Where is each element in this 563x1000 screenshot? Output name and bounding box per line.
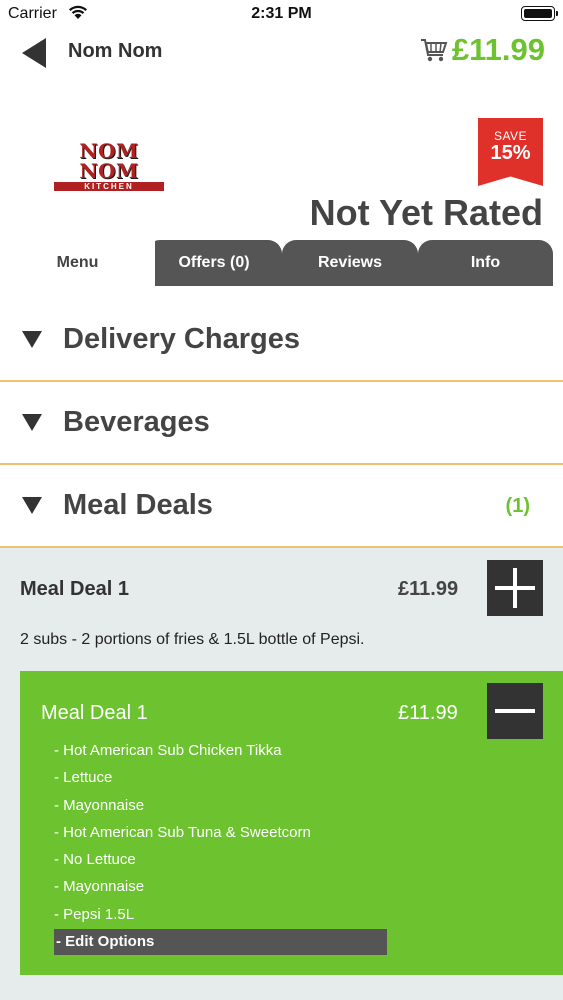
order-option: - Mayonnaise — [54, 878, 145, 896]
add-item-button[interactable] — [487, 560, 543, 616]
section-title: Meal Deals — [63, 489, 213, 521]
nav-title: Nom Nom — [68, 40, 163, 62]
order-option: - Lettuce — [54, 769, 113, 787]
order-options-list: - Hot American Sub Chicken Tikka - Lettu… — [54, 740, 311, 931]
tab-menu[interactable]: Menu — [0, 240, 155, 286]
tab-reviews[interactable]: Reviews — [282, 240, 418, 286]
meal-name: Meal Deal 1 — [20, 578, 129, 600]
save-percent: 15% — [490, 142, 531, 164]
minus-icon — [495, 709, 535, 713]
battery-icon — [521, 6, 558, 21]
meal-description: 2 subs - 2 portions of fries & 1.5L bott… — [20, 631, 365, 648]
section-delivery-charges[interactable]: Delivery Charges — [0, 300, 563, 382]
expand-triangle-icon — [22, 331, 42, 348]
section-count: (1) — [505, 495, 530, 517]
rating-text: Not Yet Rated — [309, 192, 543, 233]
order-option: - Hot American Sub Tuna & Sweetcorn — [54, 823, 311, 841]
cart-button[interactable]: £11.99 — [420, 32, 545, 68]
order-option: - Hot American Sub Chicken Tikka — [54, 742, 282, 759]
status-time: 2:31 PM — [251, 5, 312, 22]
logo-subtext: KITCHEN — [54, 182, 164, 191]
save-badge: SAVE 15% — [478, 118, 543, 186]
tab-bar: Offers (0) Reviews Info Menu — [0, 240, 563, 286]
edit-options-button[interactable]: - Edit Options — [54, 929, 387, 955]
tab-info[interactable]: Info — [418, 240, 553, 286]
meal-price: £11.99 — [398, 578, 459, 600]
logo-text: NOM NOM — [79, 139, 139, 183]
cart-icon — [420, 39, 448, 62]
order-option: - No Lettuce — [54, 851, 136, 869]
tab-offers[interactable]: Offers (0) — [146, 240, 282, 286]
restaurant-logo: NOM NOM KITCHEN — [46, 141, 172, 191]
section-title: Delivery Charges — [63, 323, 300, 355]
section-title: Beverages — [63, 406, 210, 438]
save-label: SAVE — [493, 129, 528, 143]
order-option: - Mayonnaise — [54, 796, 145, 814]
cart-total: £11.99 — [451, 32, 545, 67]
section-meal-deals[interactable]: Meal Deals (1) — [0, 466, 563, 548]
meal-item: Meal Deal 1 £11.99 2 subs - 2 portions o… — [0, 548, 563, 1000]
order-option: - Pepsi 1.5L — [54, 905, 135, 923]
back-arrow-icon[interactable] — [22, 38, 46, 68]
section-beverages[interactable]: Beverages — [0, 383, 563, 465]
remove-item-button[interactable] — [487, 683, 543, 739]
expand-triangle-icon — [22, 497, 42, 514]
expand-triangle-icon — [22, 414, 42, 431]
order-item: Meal Deal 1 £11.99 - Hot American Sub Ch… — [20, 671, 563, 975]
status-bar: Carrier 2:31 PM — [0, 0, 563, 30]
order-name: Meal Deal 1 — [41, 702, 148, 724]
nav-bar: Nom Nom £11.99 — [0, 30, 563, 76]
order-price: £11.99 — [398, 702, 458, 724]
